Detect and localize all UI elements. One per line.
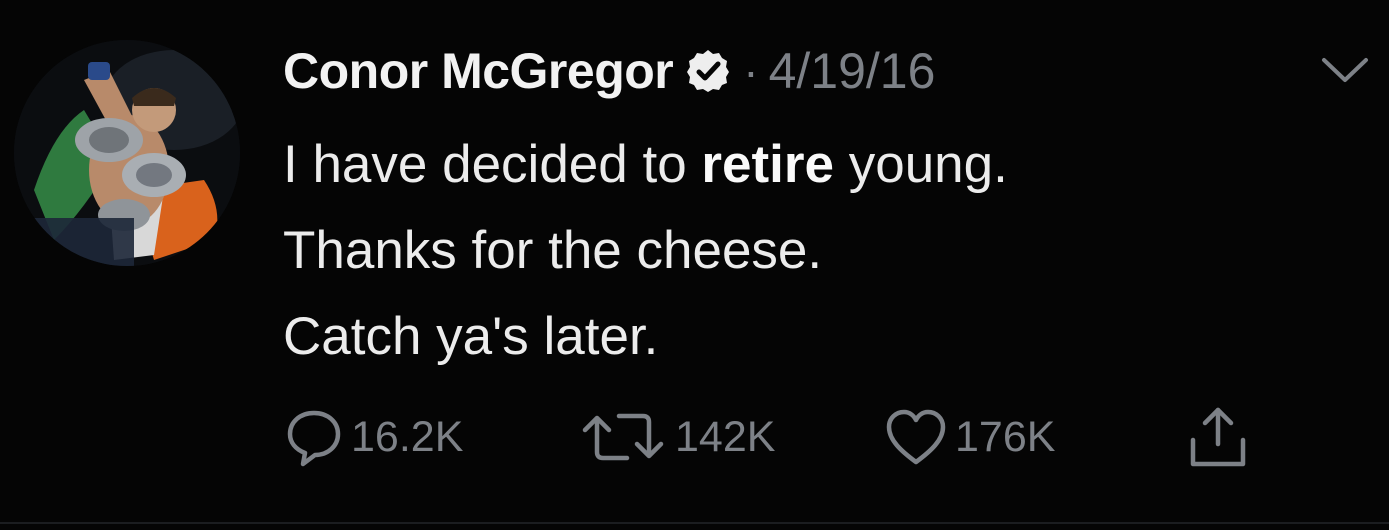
- bold-word: retire: [701, 135, 834, 194]
- share-button[interactable]: [1183, 402, 1253, 472]
- reply-button[interactable]: 16.2K: [283, 402, 463, 472]
- like-button[interactable]: 176K: [883, 402, 1055, 472]
- tweet-line-2: Thanks for the cheese.: [283, 221, 823, 280]
- tweet-line-1: I have decided to retire young.: [283, 135, 1008, 194]
- share-icon: [1190, 407, 1246, 467]
- tweet-header: Conor McGregor · 4/19/16: [283, 38, 935, 104]
- header-separator: ·: [743, 45, 759, 97]
- chevron-down-icon[interactable]: [1318, 52, 1372, 88]
- tweet-actions: 16.2K 142K 176K: [283, 402, 1283, 472]
- tweet-card[interactable]: Conor McGregor · 4/19/16 I have decided …: [0, 0, 1389, 530]
- divider: [0, 522, 1389, 524]
- retweet-count: 142K: [675, 412, 776, 461]
- retweet-button[interactable]: 142K: [577, 402, 775, 472]
- tweet-date[interactable]: 4/19/16: [769, 42, 936, 100]
- tweet-line-3: Catch ya's later.: [283, 307, 659, 366]
- tweet-text: I have decided to retire young. Thanks f…: [283, 122, 1008, 380]
- author-name[interactable]: Conor McGregor: [283, 42, 674, 100]
- reply-bubble-icon: [287, 410, 341, 467]
- avatar[interactable]: [14, 40, 240, 266]
- retweet-icon: [582, 413, 664, 461]
- reply-count: 16.2K: [351, 412, 464, 461]
- like-count: 176K: [955, 412, 1056, 461]
- verified-badge-icon: [685, 48, 731, 94]
- avatar-photo: [14, 40, 240, 266]
- heart-icon: [886, 409, 946, 465]
